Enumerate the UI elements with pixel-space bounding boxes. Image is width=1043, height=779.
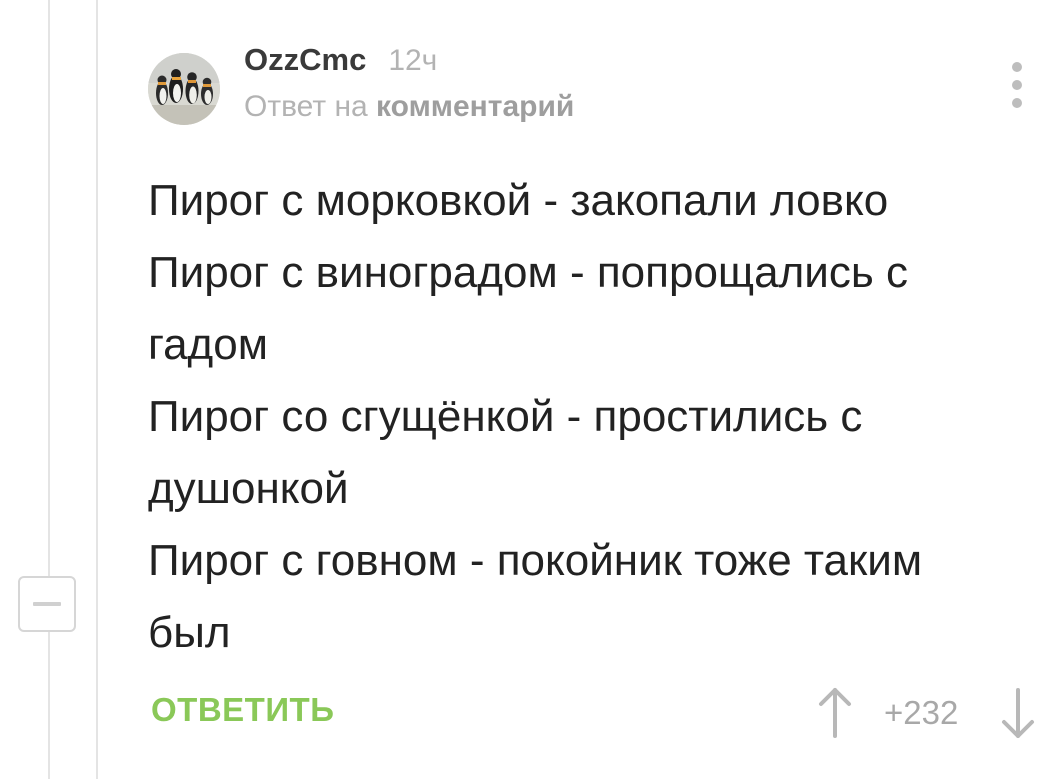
thread-line-nested <box>96 0 98 779</box>
comment-body: Пирог с морковкой - закопали ловко Пирог… <box>148 165 1038 669</box>
parent-comment-link[interactable]: комментарий <box>376 90 574 123</box>
minus-icon <box>33 602 61 606</box>
avatar[interactable] <box>148 53 220 125</box>
comment-timestamp: 12ч <box>388 44 438 77</box>
upvote-button[interactable] <box>815 686 855 740</box>
penguins-avatar-image <box>148 53 220 125</box>
reply-button[interactable]: ОТВЕТИТЬ <box>151 691 334 729</box>
arrow-down-icon <box>1002 688 1034 738</box>
comment-line: был <box>148 608 231 657</box>
menu-dot <box>1012 62 1022 72</box>
rating-score: +232 <box>884 694 959 731</box>
comment-line: душонкой <box>148 464 349 513</box>
reply-prefix: Ответ на <box>244 90 368 123</box>
comment-line: Пирог с морковкой - закопали ловко <box>148 176 889 225</box>
comment-line: Пирог со сгущёнкой - простились с <box>148 392 863 441</box>
comment-line: Пирог с говном - покойник тоже таким <box>148 536 923 585</box>
more-vertical-icon[interactable] <box>1004 62 1030 108</box>
author-name[interactable]: OzzCmc <box>244 42 366 78</box>
menu-dot <box>1012 98 1022 108</box>
downvote-button[interactable] <box>998 686 1038 740</box>
comment-header: OzzCmc 12ч <box>244 42 437 86</box>
arrow-up-icon <box>819 688 851 738</box>
comment-line: Пирог с виноградом - попрощались с <box>148 248 908 297</box>
reply-info: Ответ на комментарий <box>244 90 574 124</box>
collapse-thread-button[interactable] <box>18 576 76 632</box>
menu-dot <box>1012 80 1022 90</box>
thread-line <box>48 0 50 779</box>
comment-line: гадом <box>148 320 268 369</box>
